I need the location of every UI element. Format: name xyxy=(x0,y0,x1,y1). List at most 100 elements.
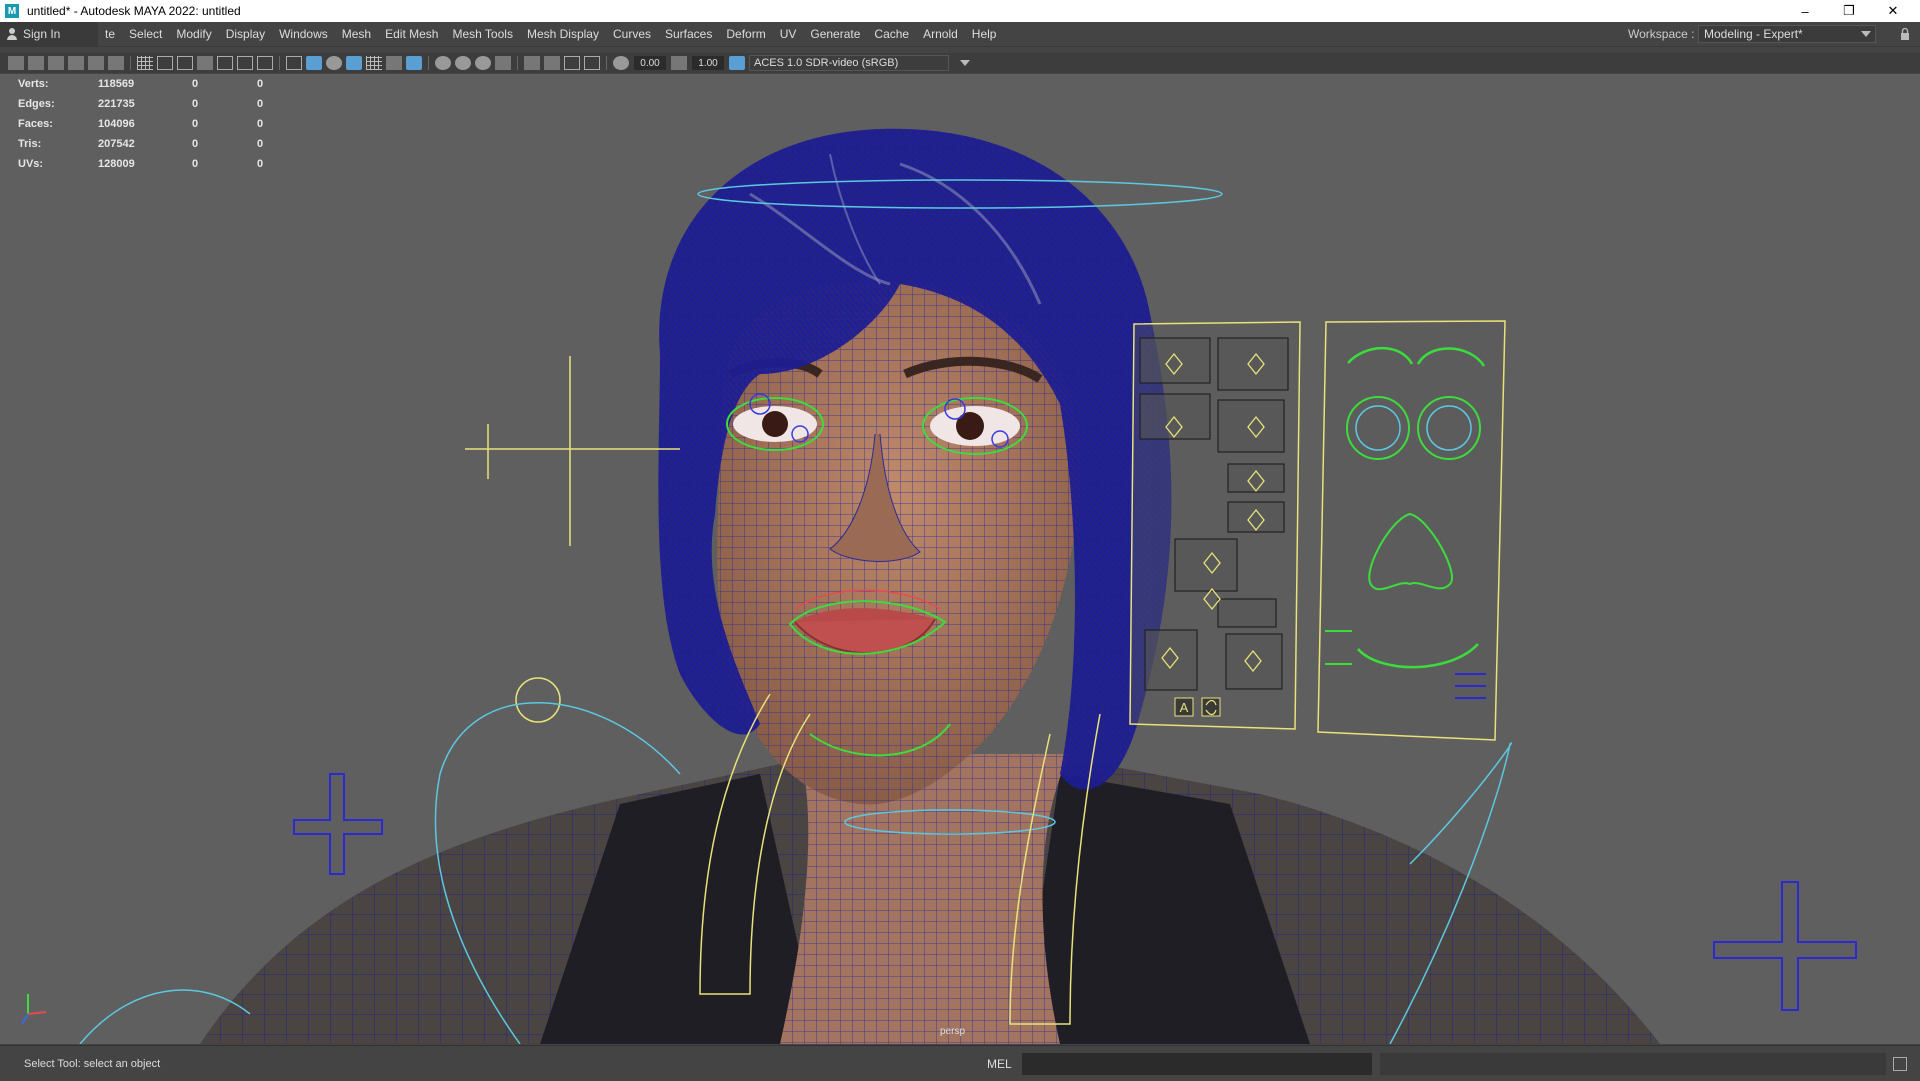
menu-select[interactable]: Select xyxy=(122,27,169,41)
hud-selected: 0 xyxy=(192,98,199,110)
blue-cross-control-right[interactable] xyxy=(1713,881,1857,1011)
hud-label: Edges: xyxy=(18,98,55,110)
face-ui-panel[interactable] xyxy=(1317,320,1506,741)
camera-attributes-icon[interactable] xyxy=(28,56,44,70)
view-axis-icon xyxy=(21,994,47,1025)
menu-mesh-display[interactable]: Mesh Display xyxy=(520,27,606,41)
toolbar-divider xyxy=(279,56,280,70)
hud-label: Tris: xyxy=(18,138,42,150)
xray-active-icon[interactable] xyxy=(584,56,600,70)
chevron-down-icon xyxy=(1861,31,1871,37)
help-line-text: Select Tool: select an object xyxy=(24,1058,161,1070)
chevron-down-icon xyxy=(960,60,970,66)
title-bar: M untitled* - Autodesk MAYA 2022: untitl… xyxy=(0,0,1920,22)
textured-icon[interactable] xyxy=(366,56,382,70)
ik-control-circle[interactable] xyxy=(515,677,561,723)
menu-modify[interactable]: Modify xyxy=(169,27,218,41)
two-d-pan-zoom-icon[interactable] xyxy=(88,56,104,70)
wireframe-on-shaded-icon[interactable] xyxy=(346,56,362,70)
command-type-toggle[interactable]: MEL xyxy=(987,1057,1012,1071)
view-transform-dropdown[interactable]: ACES 1.0 SDR-video (sRGB) xyxy=(749,55,970,71)
menu-curves[interactable]: Curves xyxy=(606,27,658,41)
maya-logo-icon: M xyxy=(5,4,19,18)
wireframe-icon[interactable] xyxy=(286,56,302,70)
field-chart-icon[interactable] xyxy=(217,56,233,70)
hud-label: Verts: xyxy=(18,78,49,90)
hud-label: Faces: xyxy=(18,118,53,130)
shadows-icon[interactable] xyxy=(406,56,422,70)
menu-edit-mesh[interactable]: Edit Mesh xyxy=(378,27,445,41)
color-management-icon[interactable] xyxy=(729,56,745,70)
menu-mesh[interactable]: Mesh xyxy=(335,27,378,41)
sign-in-label: Sign In xyxy=(23,27,61,41)
locator-crosshair[interactable] xyxy=(465,356,680,546)
hud-value: 128009 xyxy=(98,158,135,170)
grease-pencil-icon[interactable] xyxy=(108,56,124,70)
use-all-lights-icon[interactable] xyxy=(386,56,402,70)
menu-surfaces[interactable]: Surfaces xyxy=(658,27,719,41)
menu-deform[interactable]: Deform xyxy=(719,27,772,41)
gamma-icon[interactable] xyxy=(671,56,687,70)
viewport-persp[interactable]: A Verts: 118569 0 0 Edges: 221735 0 0 Fa… xyxy=(0,74,1920,1044)
screen-space-ao-icon[interactable] xyxy=(435,56,451,70)
hud-label: UVs: xyxy=(18,158,44,170)
gate-mask-icon[interactable] xyxy=(197,56,213,70)
menu-help[interactable]: Help xyxy=(965,27,1004,41)
hud-value: 221735 xyxy=(98,98,135,110)
hud-selected: 0 xyxy=(192,78,199,90)
menu-arnold[interactable]: Arnold xyxy=(916,27,965,41)
close-button[interactable]: ✕ xyxy=(1871,0,1915,22)
xray-joints-icon[interactable] xyxy=(564,56,580,70)
script-editor-icon[interactable] xyxy=(1893,1057,1907,1071)
menu-uv[interactable]: UV xyxy=(773,27,804,41)
scene-render: A xyxy=(21,128,1857,1044)
minimize-button[interactable]: – xyxy=(1783,0,1827,22)
user-icon xyxy=(6,28,18,40)
smooth-shade-icon[interactable] xyxy=(306,56,322,70)
film-gate-icon[interactable] xyxy=(157,56,173,70)
menu-generate[interactable]: Generate xyxy=(803,27,867,41)
command-line-bar: Select Tool: select an object MEL xyxy=(0,1045,1920,1081)
neck-mesh xyxy=(780,754,1070,1044)
grid-icon[interactable] xyxy=(137,56,153,70)
hud-selected-2: 0 xyxy=(257,158,264,170)
default-material-icon[interactable] xyxy=(326,56,342,70)
lock-icon[interactable] xyxy=(1900,28,1910,40)
menu-windows[interactable]: Windows xyxy=(272,27,335,41)
motion-blur-icon[interactable] xyxy=(455,56,471,70)
sign-in-button[interactable]: Sign In xyxy=(0,22,98,46)
picker-letter-label: A xyxy=(1180,700,1189,715)
bookmarks-icon[interactable] xyxy=(48,56,64,70)
toolbar-divider xyxy=(606,56,607,70)
facial-picker-panel[interactable]: A xyxy=(1129,321,1301,730)
camera-name-label: persp xyxy=(940,1026,966,1037)
resolution-gate-icon[interactable] xyxy=(177,56,193,70)
hud-selected-2: 0 xyxy=(257,118,264,130)
safe-action-icon[interactable] xyxy=(237,56,253,70)
workspace-label: Workspace : xyxy=(1628,27,1695,41)
exposure-icon[interactable] xyxy=(613,56,629,70)
xray-icon[interactable] xyxy=(544,56,560,70)
workspace-value: Modeling - Expert* xyxy=(1704,27,1803,41)
depth-of-field-icon[interactable] xyxy=(495,56,511,70)
isolate-select-icon[interactable] xyxy=(524,56,540,70)
blue-cross-control-left[interactable] xyxy=(293,773,383,875)
command-input[interactable] xyxy=(1022,1053,1372,1075)
hud-selected: 0 xyxy=(192,138,199,150)
menu-file-partial[interactable]: te xyxy=(98,27,122,41)
toolbar-divider xyxy=(428,56,429,70)
hud-selected: 0 xyxy=(192,118,199,130)
workspace-dropdown[interactable]: Modeling - Expert* xyxy=(1698,25,1876,43)
panel-toolbar: 0.00 1.00 ACES 1.0 SDR-video (sRGB) xyxy=(0,53,1920,73)
gamma-field[interactable]: 1.00 xyxy=(692,56,724,70)
anti-aliasing-icon[interactable] xyxy=(475,56,491,70)
image-plane-icon[interactable] xyxy=(68,56,84,70)
safe-title-icon[interactable] xyxy=(257,56,273,70)
restore-button[interactable]: ❐ xyxy=(1827,0,1871,22)
menu-display[interactable]: Display xyxy=(219,27,272,41)
menu-cache[interactable]: Cache xyxy=(867,27,916,41)
select-camera-icon[interactable] xyxy=(8,56,24,70)
exposure-field[interactable]: 0.00 xyxy=(634,56,666,70)
menu-mesh-tools[interactable]: Mesh Tools xyxy=(445,27,519,41)
hud-value: 104096 xyxy=(98,118,135,130)
